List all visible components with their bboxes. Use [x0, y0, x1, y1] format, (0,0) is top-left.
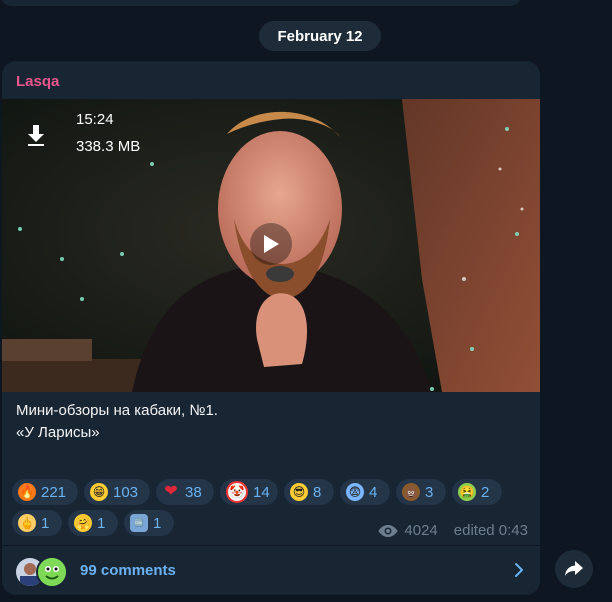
commenter-avatar-image — [38, 558, 66, 586]
edited-label: edited 0:43 — [453, 522, 528, 539]
reaction-heart[interactable]: ❤ 38 — [156, 479, 214, 505]
reaction-grinning[interactable]: 😁 103 — [84, 479, 150, 505]
hugging-face-emoji-icon: 🤗 — [74, 514, 92, 532]
reaction-count: 1 — [41, 514, 50, 532]
cool-button-emoji-icon: 🆒 — [130, 514, 148, 532]
reaction-count: 1 — [97, 514, 106, 532]
red-heart-emoji-icon: ❤ — [164, 483, 178, 500]
vomiting-face-emoji-icon: 🤮 — [458, 483, 476, 501]
avatar — [36, 556, 68, 588]
reaction-poo[interactable]: 💩 3 — [396, 479, 446, 505]
reaction-cool[interactable]: 🆒 1 — [124, 510, 174, 536]
grinning-face-emoji-icon: 😁 — [90, 483, 108, 501]
reaction-count: 14 — [253, 483, 270, 501]
download-icon[interactable] — [24, 123, 48, 147]
reaction-count: 4 — [369, 483, 378, 501]
reaction-middle-finger[interactable]: 🖕 1 — [12, 510, 62, 536]
caption-line: Мини-обзоры на кабаки, №1. — [16, 402, 218, 419]
reaction-hugging[interactable]: 🤗 1 — [68, 510, 118, 536]
reaction-count: 3 — [425, 483, 434, 501]
date-separator-label: February 12 — [277, 27, 363, 45]
view-count: 4024 — [404, 522, 438, 539]
post-meta: 4024 edited 0:43 — [378, 522, 528, 539]
middle-finger-emoji-icon: 🖕 — [18, 514, 36, 532]
caption-line: «У Ларисы» — [16, 424, 100, 441]
video-file-size: 338.3 MB — [76, 138, 141, 155]
channel-post: Lasqa 15:24 338.3 MB Мини-обзоры на каба… — [2, 61, 540, 595]
video-duration: 15:24 — [76, 111, 114, 128]
play-icon — [264, 235, 279, 253]
post-caption: Мини-обзоры на кабаки, №1. «У Ларисы» — [16, 400, 218, 444]
forward-arrow-icon — [565, 561, 583, 576]
reaction-count: 8 — [313, 483, 322, 501]
clown-face-emoji-icon: 🤡 — [226, 481, 248, 503]
date-separator: February 12 — [259, 21, 381, 51]
reaction-count: 221 — [41, 483, 67, 501]
play-button[interactable] — [250, 223, 292, 265]
sunglasses-face-emoji-icon: 😎 — [290, 483, 308, 501]
comments-button[interactable]: 99 comments — [2, 546, 540, 595]
fire-emoji-icon: 🔥 — [18, 483, 36, 501]
reaction-count: 2 — [481, 483, 490, 501]
eye-icon — [378, 524, 398, 537]
reaction-count: 1 — [153, 514, 162, 532]
comments-label: 99 comments — [80, 562, 176, 579]
forward-button[interactable] — [555, 550, 593, 588]
reaction-sunglasses[interactable]: 😎 8 — [284, 479, 334, 505]
pile-of-poo-emoji-icon: 💩 — [402, 483, 420, 501]
reaction-fearful[interactable]: 😨 4 — [340, 479, 390, 505]
fearful-face-emoji-icon: 😨 — [346, 483, 364, 501]
reaction-fire[interactable]: 🔥 221 — [12, 479, 78, 505]
post-author[interactable]: Lasqa — [16, 73, 59, 90]
previous-message-bubble — [0, 0, 522, 6]
reaction-count: 103 — [113, 483, 139, 501]
reaction-count: 38 — [185, 483, 202, 501]
reaction-clown[interactable]: 🤡 14 — [220, 479, 278, 505]
reaction-vomiting[interactable]: 🤮 2 — [452, 479, 502, 505]
chevron-right-icon — [515, 563, 523, 577]
video-thumbnail[interactable]: 15:24 338.3 MB — [2, 99, 540, 392]
